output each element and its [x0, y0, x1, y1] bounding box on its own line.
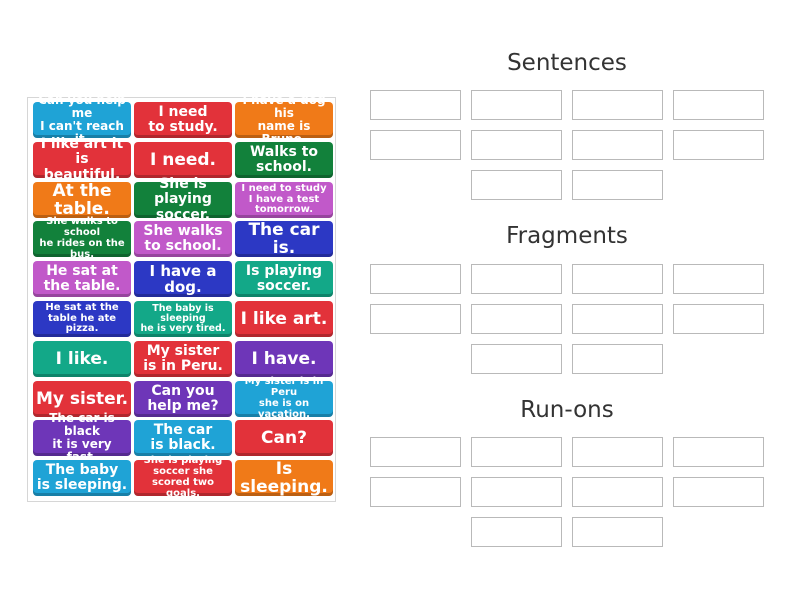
answer-card[interactable]: At the table. [33, 181, 131, 218]
drop-slot[interactable] [673, 90, 764, 120]
drop-slot[interactable] [471, 517, 562, 547]
answer-card[interactable]: I like art. [235, 301, 333, 337]
drop-slot[interactable] [471, 130, 562, 160]
drop-slot[interactable] [370, 264, 461, 294]
answer-card[interactable]: The car is black. [134, 420, 232, 456]
drop-slot[interactable] [673, 477, 764, 507]
answer-card[interactable]: Is playing soccer. [235, 261, 333, 297]
answer-card[interactable]: Is sleeping. [235, 459, 333, 496]
drop-slot[interactable] [572, 304, 663, 334]
drop-slot[interactable] [572, 517, 663, 547]
drop-slot[interactable] [572, 437, 663, 467]
answer-card[interactable]: Can you help me I can't reach it. [33, 94, 131, 145]
group-title: Run-ons [520, 397, 614, 423]
answer-card[interactable]: My sister is in Peru. [134, 341, 232, 377]
drop-slot[interactable] [370, 477, 461, 507]
drop-slot[interactable] [673, 437, 764, 467]
answer-card[interactable]: Can? [235, 420, 333, 456]
answer-card[interactable]: I have a dog his name is Bruno. [235, 94, 333, 145]
drop-slot[interactable] [673, 264, 764, 294]
drop-slot[interactable] [471, 344, 562, 374]
answer-card[interactable]: The car is. [235, 220, 333, 257]
answer-card[interactable]: I need to study. [134, 102, 232, 138]
drop-slot[interactable] [572, 344, 663, 374]
answer-card[interactable]: I have a dog. [134, 261, 232, 297]
answer-card[interactable]: She walks to school he rides on the bus. [33, 217, 131, 260]
drop-slot[interactable] [471, 304, 562, 334]
drop-slot[interactable] [370, 304, 461, 334]
drop-slot[interactable] [572, 264, 663, 294]
drop-slot[interactable] [572, 130, 663, 160]
answer-card[interactable]: He sat at the table he ate pizza. [33, 301, 131, 337]
drop-slot[interactable] [471, 477, 562, 507]
answer-card[interactable]: The baby is sleeping he is very tired. [134, 301, 232, 337]
answer-card[interactable]: I need. [134, 142, 232, 178]
answer-card[interactable]: She walks to school. [134, 221, 232, 257]
answer-card[interactable]: He sat at the table. [33, 261, 131, 297]
answer-card[interactable]: I need to study I have a test tomorrow. [235, 182, 333, 218]
drop-slot[interactable] [572, 90, 663, 120]
answer-card[interactable]: I have. [235, 341, 333, 377]
answer-card[interactable]: The baby is sleeping. [33, 460, 131, 496]
drop-slot[interactable] [370, 130, 461, 160]
drop-slot[interactable] [572, 477, 663, 507]
drop-slot[interactable] [471, 437, 562, 467]
drop-slot[interactable] [471, 90, 562, 120]
answer-card[interactable]: Walks to school. [235, 142, 333, 178]
drop-slot[interactable] [673, 304, 764, 334]
answer-card[interactable]: She is playing soccer. [134, 177, 232, 222]
answer-card[interactable]: Can you help me? [134, 381, 232, 417]
drop-slot[interactable] [673, 130, 764, 160]
answer-card[interactable]: She is playing soccer she scored two goa… [134, 456, 232, 499]
drop-slot[interactable] [370, 90, 461, 120]
answer-card[interactable]: The car is black it is very fast. [33, 412, 131, 463]
answer-card[interactable]: I like. [33, 341, 131, 377]
answer-card[interactable]: My sister is in Peru she is on vacation. [235, 377, 333, 420]
group-title: Sentences [507, 50, 627, 76]
answer-card[interactable]: I like art it is beautiful. [33, 137, 131, 182]
drop-slot[interactable] [370, 437, 461, 467]
drop-slot[interactable] [572, 170, 663, 200]
drop-slot[interactable] [471, 170, 562, 200]
group-title: Fragments [506, 223, 628, 249]
drop-slot[interactable] [471, 264, 562, 294]
